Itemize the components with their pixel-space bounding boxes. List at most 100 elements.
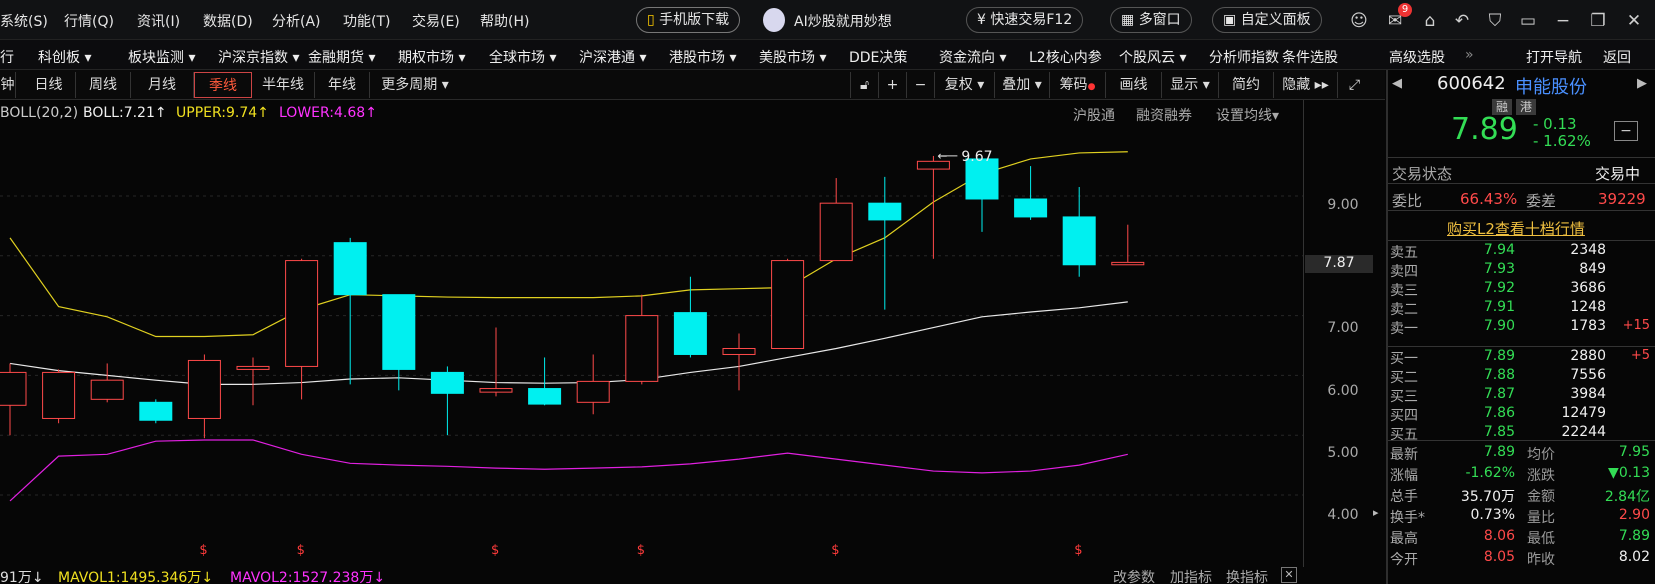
adjust-dropdown[interactable]: 复权 ▾: [934, 72, 994, 98]
nav-advanced[interactable]: 高级选股: [1389, 47, 1445, 67]
ask-row[interactable]: 卖四 7.93 849: [1390, 261, 1652, 280]
add-indicator-link[interactable]: 加指标: [1170, 567, 1212, 584]
nav-us[interactable]: 美股市场 ▾: [759, 47, 826, 67]
nav-star-market[interactable]: 科创板 ▾: [38, 47, 91, 67]
candle-body: [236, 365, 270, 370]
level-volume: 3686: [1570, 280, 1606, 296]
nav-label: 期权市场: [398, 50, 454, 66]
candle-body: [187, 359, 221, 419]
tab-more-periods[interactable]: 更多周期 ▾: [370, 72, 460, 98]
nav-options[interactable]: 期权市场 ▾: [398, 47, 465, 67]
stat-value: ▼0.13: [1608, 465, 1650, 481]
nav-fund-flow[interactable]: 资金流向 ▾: [939, 47, 1006, 67]
menu-data[interactable]: 数据(D): [203, 11, 253, 31]
prev-stock-icon[interactable]: ◀: [1392, 76, 1402, 91]
tab-quarter[interactable]: 季线: [194, 72, 252, 98]
close-icon[interactable]: ✕: [1623, 10, 1645, 32]
maximize-icon[interactable]: ❐: [1587, 10, 1609, 32]
ai-robot-icon[interactable]: [763, 8, 785, 32]
nav-analyst[interactable]: 分析师指数: [1209, 47, 1279, 67]
nav-hk[interactable]: 港股市场 ▾: [669, 47, 736, 67]
zoom-in-icon[interactable]: +: [878, 72, 906, 98]
tab-half-year[interactable]: 半年线: [252, 72, 315, 98]
nav-condition[interactable]: 条件选股: [1282, 47, 1338, 67]
menu-help[interactable]: 帮助(H): [480, 11, 529, 31]
minimize-quote-icon[interactable]: −: [1614, 121, 1638, 141]
high-arrow-icon: ←: [937, 149, 947, 163]
hide-button[interactable]: 隐藏 ▸▸: [1273, 72, 1337, 98]
switch-indicator-link[interactable]: 换指标: [1226, 567, 1268, 584]
change-params-link[interactable]: 改参数: [1113, 567, 1155, 584]
bid-row[interactable]: 买二 7.88 7556: [1390, 367, 1652, 386]
menu-news[interactable]: 资讯(I): [137, 11, 180, 31]
bid-row[interactable]: 买三 7.87 3984: [1390, 386, 1652, 405]
next-stock-icon[interactable]: ▶: [1637, 76, 1647, 91]
back-icon[interactable]: ↶: [1451, 10, 1473, 32]
weibi-label: 委比: [1392, 192, 1423, 210]
mobile-download-button[interactable]: ▯ 手机版下载: [636, 7, 741, 33]
nav-more-icon[interactable]: »: [1465, 47, 1474, 63]
nav-dde[interactable]: DDE决策: [849, 47, 907, 67]
simple-button[interactable]: 简约: [1218, 72, 1273, 98]
level-price: 7.86: [1483, 405, 1515, 421]
tab-day[interactable]: 日线: [22, 72, 76, 98]
menu-system[interactable]: 系统(S): [0, 11, 48, 31]
user-icon[interactable]: ☺: [1348, 10, 1370, 32]
tab-week[interactable]: 周线: [76, 72, 131, 98]
collapse-arrow-icon[interactable]: ▸: [1373, 506, 1383, 528]
level-volume: 1248: [1570, 299, 1606, 315]
nav-index[interactable]: 沪深京指数 ▾: [218, 47, 299, 67]
nav-global[interactable]: 全球市场 ▾: [489, 47, 556, 67]
level-label: 卖三: [1390, 283, 1418, 299]
lock-icon[interactable]: 🔓︎: [850, 72, 878, 98]
nav-label: 个股风云: [1119, 50, 1175, 66]
shirt-icon[interactable]: ⛉: [1484, 10, 1506, 32]
minimize-icon[interactable]: −: [1552, 10, 1574, 32]
custom-panel-button[interactable]: ▣ 自定义面板: [1212, 7, 1322, 33]
ask-row[interactable]: 卖二 7.91 1248: [1390, 299, 1652, 318]
mavol2-value: MAVOL2:1527.238万↓: [230, 570, 386, 584]
fast-trade-button[interactable]: ¥ 快速交易F12: [966, 7, 1084, 33]
close-indicator-icon[interactable]: ✕: [1281, 567, 1297, 583]
display-dropdown[interactable]: 显示 ▾: [1161, 72, 1218, 98]
y-tick: 7.00: [1327, 320, 1359, 336]
multi-window-button[interactable]: ▦ 多窗口: [1110, 7, 1192, 33]
overlay-dropdown[interactable]: 叠加 ▾: [994, 72, 1049, 98]
tab-year[interactable]: 年线: [315, 72, 370, 98]
menu-trade[interactable]: 交易(E): [412, 11, 460, 31]
panel-icon: ▣: [1223, 12, 1237, 28]
l2-purchase-link[interactable]: 购买L2查看十档行情: [1447, 218, 1585, 239]
nav-l2[interactable]: L2核心内参: [1029, 47, 1102, 67]
chips-button[interactable]: 筹码●: [1049, 72, 1105, 98]
home-icon[interactable]: ⌂: [1419, 10, 1441, 32]
nav-connect[interactable]: 沪深港通 ▾: [579, 47, 646, 67]
ask-row[interactable]: 卖一 7.90 1783 +15: [1390, 318, 1652, 337]
fullscreen-icon[interactable]: ⤢: [1337, 72, 1371, 98]
draw-line-button[interactable]: 画线: [1105, 72, 1161, 98]
menu-analysis[interactable]: 分析(A): [272, 11, 321, 31]
nav-financial-futures[interactable]: 金融期货 ▾: [308, 47, 375, 67]
bid-row[interactable]: 买一 7.89 2880 +5: [1390, 348, 1652, 367]
tab-month[interactable]: 月线: [131, 72, 194, 98]
ask-row[interactable]: 卖三 7.92 3686: [1390, 280, 1652, 299]
ask-row[interactable]: 卖五 7.94 2348: [1390, 242, 1652, 261]
tab-minute[interactable]: 钟: [0, 72, 16, 98]
level-volume: 2880: [1570, 348, 1606, 364]
menu-function[interactable]: 功能(T): [343, 11, 390, 31]
open-nav-button[interactable]: 打开导航: [1526, 47, 1582, 67]
nav-stock-wind[interactable]: 个股风云 ▾: [1119, 47, 1186, 67]
nav-sector-monitor[interactable]: 板块监测 ▾: [128, 47, 195, 67]
return-button[interactable]: 返回: [1603, 47, 1631, 67]
nav-item[interactable]: 行: [0, 47, 14, 67]
candlestick-chart[interactable]: 9.67 ← $ $ $ $ $ $: [0, 100, 1305, 567]
bid-row[interactable]: 买四 7.86 12479: [1390, 405, 1652, 424]
candle-body: [722, 347, 756, 355]
ai-promo-link[interactable]: AI炒股就用妙想: [794, 11, 892, 31]
y-tick: 5.00: [1327, 445, 1359, 461]
minimize-mini-icon[interactable]: ▭: [1517, 10, 1539, 32]
zoom-out-icon[interactable]: −: [906, 72, 934, 98]
stock-name[interactable]: 申能股份: [1515, 73, 1587, 99]
dividend-marker-icon: $: [297, 543, 305, 558]
mavol1-text: MAVOL1:1495.346万: [58, 570, 202, 584]
menu-quote[interactable]: 行情(Q): [64, 11, 114, 31]
